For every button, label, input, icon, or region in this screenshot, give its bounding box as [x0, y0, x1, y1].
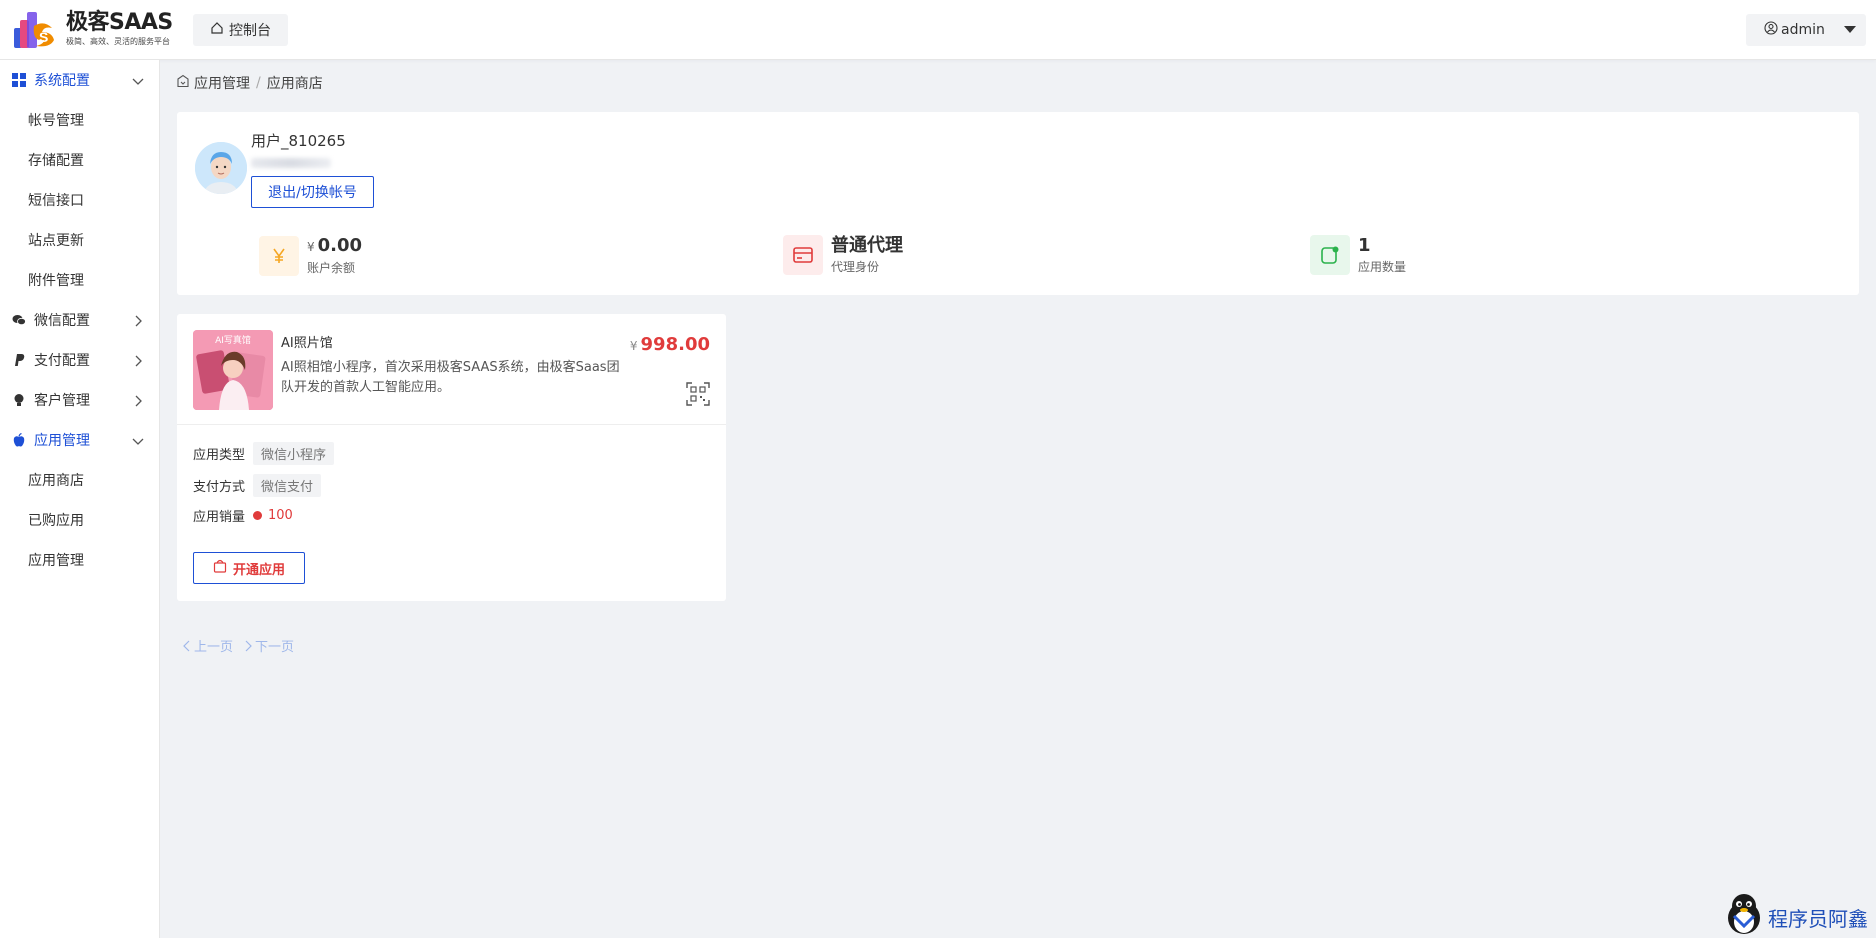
app-count-label: 应用数量 — [1358, 260, 1407, 274]
breadcrumb-separator: / — [256, 75, 261, 91]
thumb-title: AI写真馆 — [215, 334, 251, 346]
sales-dot-icon — [253, 511, 263, 520]
open-app-label: 开通应用 — [232, 562, 285, 578]
open-app-button[interactable]: 开通应用 — [193, 552, 305, 584]
price-value: 998.00 — [640, 334, 710, 355]
currency-symbol: ¥ — [307, 240, 315, 254]
brand-subtitle: 极简、高效、灵活的服务平台 — [66, 37, 170, 46]
sidebar-item-site-update[interactable]: 站点更新 — [0, 220, 159, 260]
currency-symbol: ¥ — [629, 339, 638, 353]
store-icon — [176, 74, 190, 92]
sidebar-group-payment[interactable]: 支付配置 — [0, 340, 159, 380]
user-bulb-icon — [12, 393, 26, 407]
app-thumbnail[interactable]: AI写真馆 — [193, 330, 273, 410]
pagination: 上一页 下一页 — [182, 636, 294, 655]
app-count-value: 1 — [1358, 235, 1371, 256]
sidebar-group-label: 应用管理 — [34, 433, 90, 449]
app-icon — [1310, 235, 1350, 275]
watermark-text: 程序员阿鑫 — [1768, 907, 1868, 931]
sidebar-item-app-management[interactable]: 应用管理 — [0, 540, 159, 580]
payment-method-tag: 微信支付 — [253, 474, 322, 497]
chevron-down-icon — [131, 434, 145, 448]
grid-icon — [12, 73, 26, 87]
profile-card: 用户_810265 退出/切换帐号 ¥0.00 账户余额 普通代理 代理身份 1… — [177, 112, 1859, 295]
qr-code-icon[interactable] — [686, 382, 710, 406]
app-type-tag: 微信小程序 — [253, 442, 335, 465]
sidebar-item-accounts[interactable]: 帐号管理 — [0, 100, 159, 140]
sidebar-group-label: 客户管理 — [34, 393, 90, 409]
sidebar: 系统配置 帐号管理 存储配置 短信接口 站点更新 附件管理 微信配置 支付配置 … — [0, 60, 160, 938]
wechat-icon — [12, 313, 26, 327]
svg-text:S: S — [39, 29, 48, 45]
sidebar-item-app-store[interactable]: 应用商店 — [0, 460, 159, 500]
chevron-down-icon — [131, 74, 145, 88]
app-card: AI写真馆 AI照片馆 AI照相馆小程序，首次采用极客SAAS系统，由极客Saa… — [177, 314, 726, 601]
balance-value: 0.00 — [317, 235, 363, 256]
chevron-right-icon — [131, 354, 145, 368]
payment-method-row: 支付方式 微信支付 — [193, 474, 322, 497]
user-circle-icon — [1764, 21, 1778, 39]
next-page-button[interactable]: 下一页 — [243, 636, 294, 655]
paypal-icon — [12, 353, 26, 367]
avatar — [195, 142, 247, 194]
stat-balance: ¥0.00 账户余额 — [259, 234, 362, 277]
app-price: ¥998.00 — [630, 334, 710, 355]
app-name[interactable]: AI照片馆 — [281, 332, 333, 351]
chevron-left-icon — [182, 640, 192, 652]
console-button[interactable]: 控制台 — [193, 14, 288, 46]
sidebar-group-wechat[interactable]: 微信配置 — [0, 300, 159, 340]
switch-account-button[interactable]: 退出/切换帐号 — [251, 176, 374, 208]
sidebar-group-customers[interactable]: 客户管理 — [0, 380, 159, 420]
sidebar-group-label: 系统配置 — [34, 73, 90, 89]
sidebar-group-label: 支付配置 — [34, 353, 90, 369]
prev-page-button[interactable]: 上一页 — [182, 636, 233, 655]
brand-title: 极客SAAS — [66, 10, 173, 35]
app-type-label: 应用类型 — [193, 448, 246, 463]
chevron-right-icon — [243, 640, 253, 652]
sales-row: 应用销量 100 — [193, 506, 293, 525]
sidebar-group-label: 微信配置 — [34, 313, 90, 329]
breadcrumb-item[interactable]: 应用管理 — [194, 73, 250, 93]
app-type-row: 应用类型 微信小程序 — [193, 442, 335, 465]
agent-level-value: 普通代理 — [831, 235, 903, 256]
shopping-bag-icon — [213, 559, 227, 577]
sidebar-group-apps[interactable]: 应用管理 — [0, 420, 159, 460]
payment-method-label: 支付方式 — [193, 480, 246, 495]
chevron-right-icon — [131, 394, 145, 408]
user-menu-button[interactable]: admin — [1746, 14, 1866, 46]
sidebar-group-system[interactable]: 系统配置 — [0, 60, 159, 100]
blurred-user-info — [251, 158, 331, 168]
agent-level-label: 代理身份 — [831, 260, 880, 274]
chevron-right-icon — [131, 314, 145, 328]
sidebar-item-purchased-apps[interactable]: 已购应用 — [0, 500, 159, 540]
username: 用户_810265 — [251, 132, 346, 150]
caret-down-icon — [1844, 26, 1856, 33]
home-icon — [210, 21, 224, 39]
user-label: admin — [1781, 22, 1825, 38]
yen-icon — [259, 235, 299, 276]
app-description: AI照相馆小程序，首次采用极客SAAS系统，由极客Saas团队开发的首款人工智能… — [281, 360, 620, 395]
breadcrumb: 应用管理 / 应用商店 — [176, 74, 323, 92]
top-header: S 极客SAAS 极简、高效、灵活的服务平台 控制台 admin — [0, 0, 1876, 60]
card-icon — [783, 235, 823, 275]
apple-icon — [12, 433, 26, 447]
brand-logo[interactable]: S 极客SAAS 极简、高效、灵活的服务平台 — [12, 8, 173, 50]
next-page-label: 下一页 — [255, 640, 295, 655]
sidebar-item-attachments[interactable]: 附件管理 — [0, 260, 159, 300]
watermark: 程序员阿鑫 — [1724, 892, 1868, 938]
stat-app-count: 1 应用数量 — [1310, 234, 1406, 276]
sidebar-item-storage[interactable]: 存储配置 — [0, 140, 159, 180]
sales-value: 100 — [268, 508, 293, 523]
stat-agent-level: 普通代理 代理身份 — [783, 234, 903, 276]
sales-label: 应用销量 — [193, 510, 246, 525]
logo-mark-icon: S — [12, 8, 60, 50]
console-label: 控制台 — [229, 23, 271, 39]
balance-label: 账户余额 — [307, 261, 356, 275]
penguin-icon — [1724, 892, 1764, 938]
breadcrumb-item-current: 应用商店 — [266, 76, 323, 92]
sidebar-item-sms[interactable]: 短信接口 — [0, 180, 159, 220]
prev-page-label: 上一页 — [194, 640, 234, 655]
